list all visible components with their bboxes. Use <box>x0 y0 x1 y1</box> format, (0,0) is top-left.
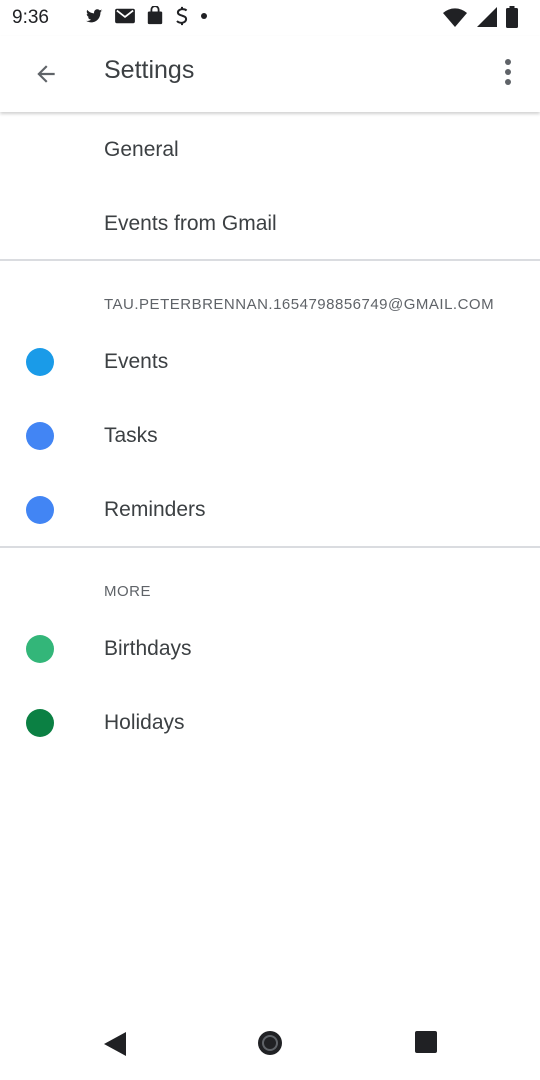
calendar-color-dot <box>26 635 54 663</box>
calendar-color-dot <box>26 496 54 524</box>
shopping-bag-icon <box>147 6 163 25</box>
dot-icon <box>201 13 207 19</box>
calendar-item-reminders[interactable]: Reminders <box>0 474 540 546</box>
more-options-button[interactable] <box>494 54 522 90</box>
calendar-item-label: Events <box>104 350 169 373</box>
wifi-icon <box>443 8 467 27</box>
app-bar: Settings <box>0 36 540 112</box>
settings-item-general[interactable]: General <box>0 114 540 186</box>
calendar-item-birthdays[interactable]: Birthdays <box>0 613 540 685</box>
twitter-icon <box>86 9 103 23</box>
page-title: Settings <box>104 56 195 84</box>
calendar-color-dot <box>26 348 54 376</box>
calendar-item-label: Holidays <box>104 711 185 734</box>
signal-icon <box>477 7 497 27</box>
stripe-icon <box>176 6 188 26</box>
calendar-item-label: Birthdays <box>104 637 192 660</box>
calendar-color-dot <box>26 422 54 450</box>
system-icons <box>442 6 518 28</box>
gmail-icon <box>115 8 135 24</box>
more-vert-icon <box>505 59 511 85</box>
arrow-left-icon <box>37 65 55 83</box>
nav-recents-icon[interactable] <box>414 1030 438 1054</box>
status-time: 9:36 <box>12 7 49 28</box>
calendar-item-tasks[interactable]: Tasks <box>0 400 540 472</box>
calendar-item-holidays[interactable]: Holidays <box>0 687 540 759</box>
calendar-item-label: Tasks <box>104 424 158 447</box>
account-section-header: TAU.PETERBRENNAN.1654798856749@GMAIL.COM <box>104 296 495 313</box>
settings-item-label: General <box>104 138 179 161</box>
divider <box>0 546 540 548</box>
calendar-item-label: Reminders <box>104 498 206 521</box>
notification-icons <box>84 6 208 26</box>
settings-item-label: Events from Gmail <box>104 212 277 235</box>
battery-icon <box>506 6 518 28</box>
settings-item-events-from-gmail[interactable]: Events from Gmail <box>0 188 540 260</box>
calendar-color-dot <box>26 709 54 737</box>
nav-home-icon[interactable] <box>255 1028 285 1058</box>
status-bar: 9:36 <box>0 0 540 36</box>
calendar-item-events[interactable]: Events <box>0 326 540 398</box>
system-nav-bar <box>0 1016 540 1080</box>
nav-back-icon[interactable] <box>102 1030 128 1058</box>
back-button[interactable] <box>22 56 70 92</box>
divider <box>0 259 540 261</box>
more-section-header: MORE <box>104 583 151 600</box>
